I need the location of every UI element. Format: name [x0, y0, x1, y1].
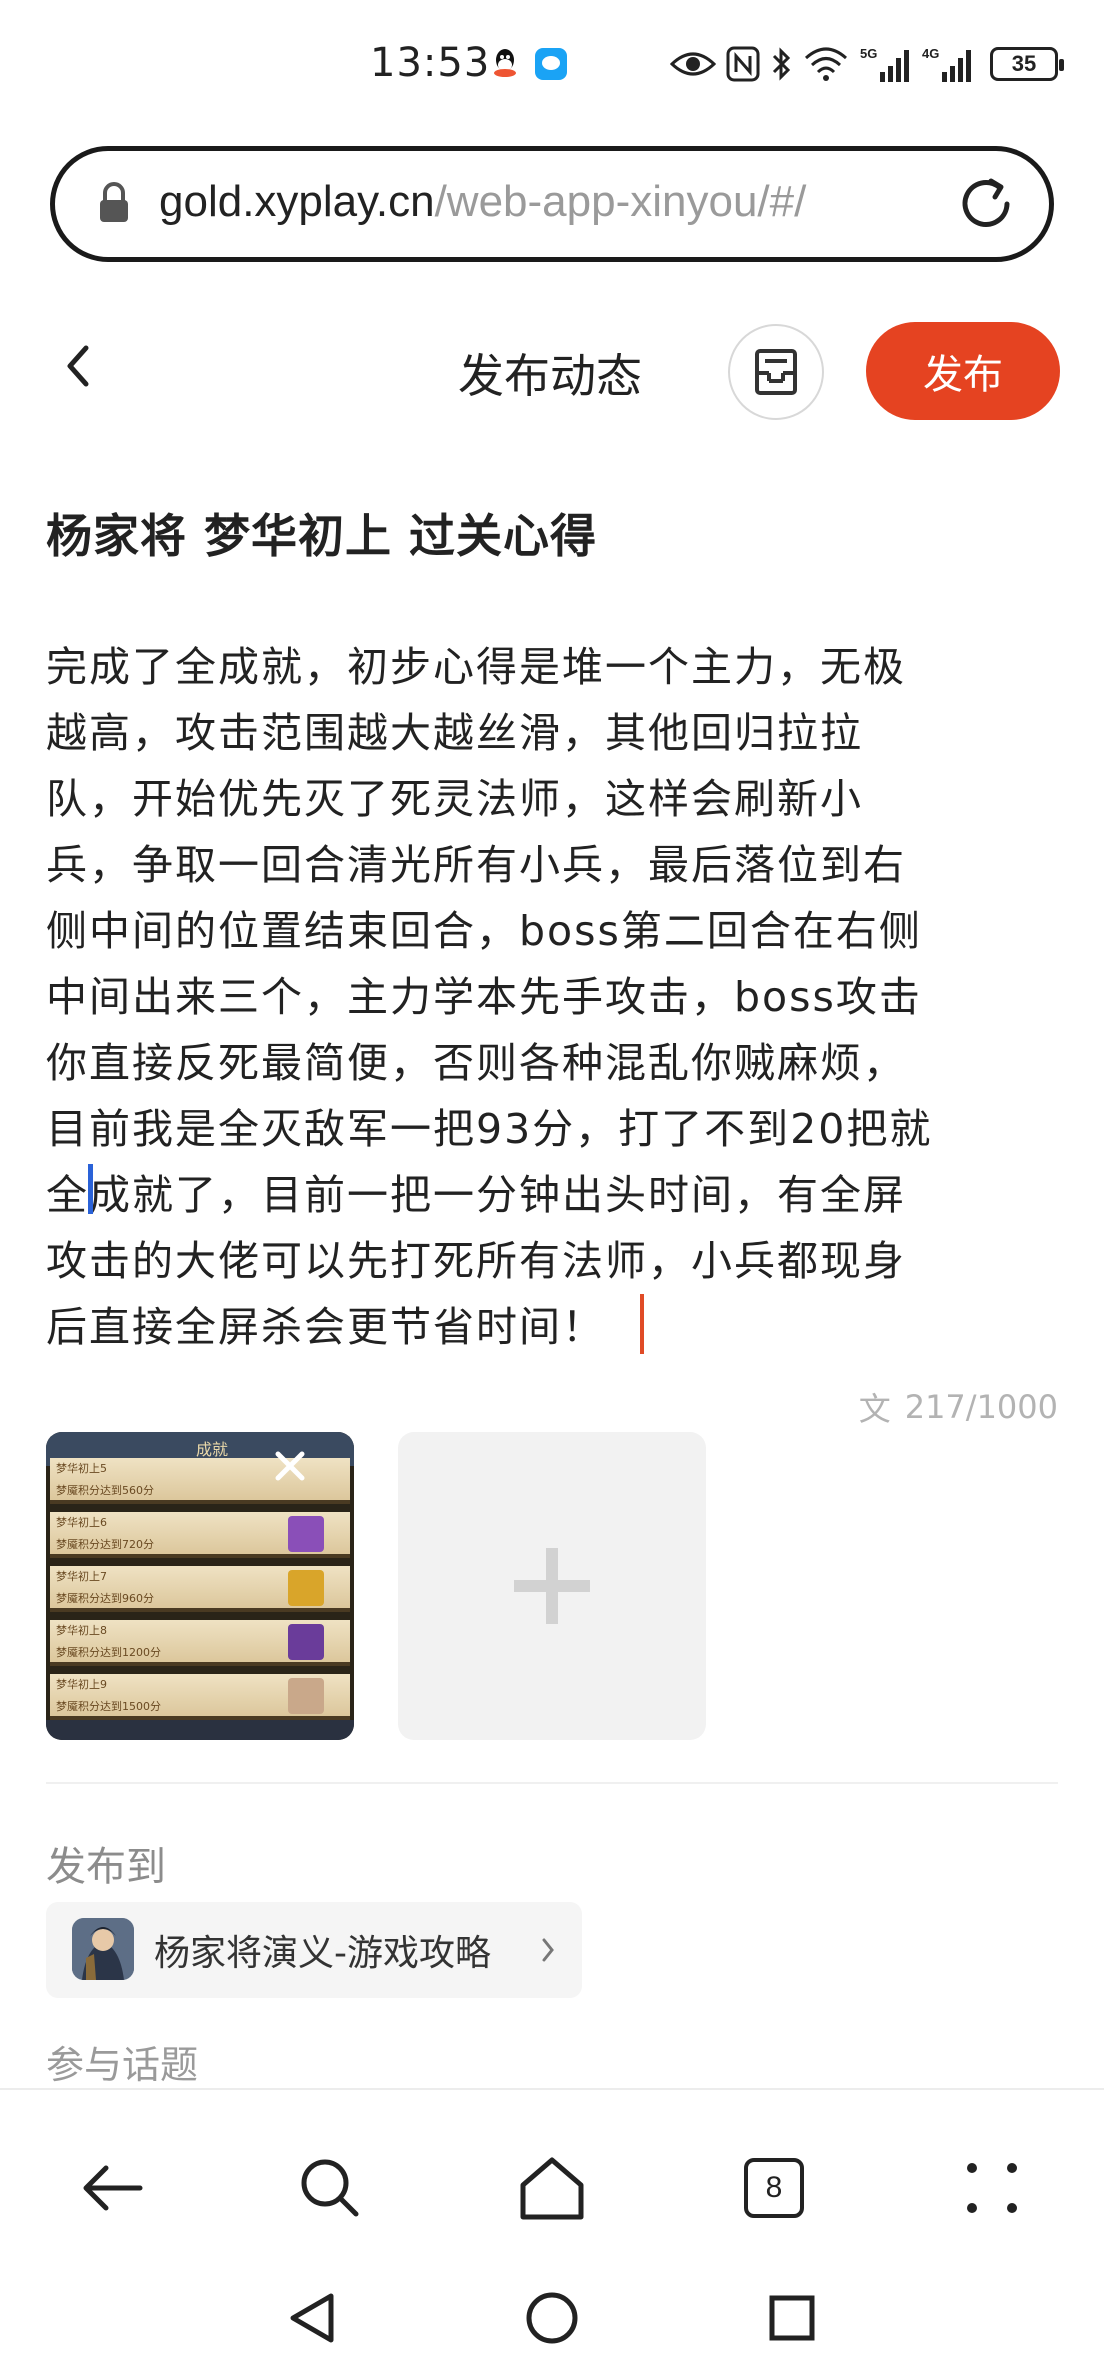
- thumb-row-name: 梦华初上5: [56, 1462, 107, 1475]
- remove-image-button[interactable]: [270, 1446, 310, 1486]
- triangle-back-icon: [290, 2293, 334, 2343]
- reward-item-icon: [288, 1624, 324, 1660]
- post-body-line: 兵，争取一回合清光所有小兵，最后落位到右: [46, 841, 906, 889]
- thumb-row-name: 梦华初上8: [56, 1624, 107, 1637]
- close-icon: [275, 1451, 305, 1481]
- status-bar: 13:53 5G 4G 35: [0, 0, 1104, 130]
- thumb-header-title: 成就: [196, 1440, 229, 1459]
- bluetooth-icon: [770, 44, 794, 84]
- reward-item-icon: [288, 1570, 324, 1606]
- page-title: 发布动态: [458, 349, 642, 403]
- post-body-line: 越高，攻击范围越大越丝滑，其他回归拉拉: [46, 709, 863, 757]
- browser-back-button[interactable]: [72, 2148, 152, 2228]
- system-navigation-bar: [0, 2260, 1104, 2376]
- thumb-row-desc: 梦魇积分达到1500分: [56, 1700, 161, 1713]
- post-body-line: 目前我是全灭敌军一把93分，打了不到20把就: [46, 1105, 933, 1153]
- url-text[interactable]: gold.xyplay.cn/web-app-xinyou/#/: [159, 177, 806, 227]
- thumb-footer: [46, 1720, 354, 1740]
- thumb-row-desc: 梦魇积分达到720分: [56, 1538, 154, 1551]
- thumb-row: 梦华初上7 梦魇积分达到960分: [50, 1566, 350, 1612]
- publish-button[interactable]: 发布: [866, 322, 1060, 420]
- reload-icon[interactable]: [955, 173, 1017, 239]
- wifi-icon: [802, 44, 850, 84]
- thumb-row-desc: 梦魇积分达到560分: [56, 1484, 154, 1497]
- post-body-editor[interactable]: 完成了全成就，初步心得是堆一个主力，无极 越高，攻击范围越大越丝滑，其他回归拉拉…: [46, 634, 1006, 1360]
- more-dots-icon: [967, 2163, 1017, 2213]
- system-back-button[interactable]: [282, 2288, 342, 2348]
- signal-5g-icon: 5G: [860, 44, 916, 84]
- selection-handle[interactable]: [88, 1164, 93, 1214]
- tabs-count: 8: [765, 2171, 783, 2204]
- post-body-line: 攻击的大佬可以先打死所有法师，小兵都现身: [46, 1237, 906, 1285]
- search-icon: [301, 2159, 359, 2217]
- post-body-line: 你直接反死最简便，否则各种混乱你贼麻烦，: [46, 1039, 906, 1087]
- url-host: gold.xyplay.cn: [159, 177, 435, 226]
- draft-box-icon: [755, 349, 797, 395]
- publish-to-label: 发布到: [46, 1844, 166, 1890]
- draft-box-button[interactable]: [728, 324, 824, 420]
- lock-icon: [97, 181, 131, 229]
- text-icon: 文: [858, 1390, 891, 1428]
- divider: [46, 1782, 1058, 1784]
- system-recents-button[interactable]: [762, 2288, 822, 2348]
- qq-icon: [490, 44, 520, 84]
- word-count: 文 217/1000: [859, 1384, 1058, 1430]
- battery-level: 35: [1011, 51, 1037, 76]
- home-icon: [520, 2157, 584, 2220]
- topics-label: 参与话题: [46, 2043, 199, 2087]
- eye-icon: [670, 44, 716, 84]
- reward-item-icon: [288, 1678, 324, 1714]
- square-recents-icon: [769, 2295, 815, 2341]
- address-bar[interactable]: gold.xyplay.cn/web-app-xinyou/#/: [50, 146, 1054, 262]
- post-title[interactable]: 杨家将 梦华初上 过关心得: [46, 500, 597, 566]
- circle-home-icon: [526, 2292, 578, 2344]
- text-cursor: [640, 1294, 644, 1354]
- browser-menu-button[interactable]: [952, 2148, 1032, 2228]
- thumb-row: 梦华初上6 梦魇积分达到720分: [50, 1512, 350, 1558]
- plus-icon: [514, 1548, 590, 1624]
- browser-search-button[interactable]: [290, 2148, 370, 2228]
- browser-home-button[interactable]: [512, 2148, 592, 2228]
- thumb-row-name: 梦华初上9: [56, 1678, 107, 1691]
- chevron-left-icon: [67, 345, 89, 387]
- nfc-icon: [726, 44, 760, 84]
- system-home-button[interactable]: [522, 2288, 582, 2348]
- url-path: /web-app-xinyou/#/: [434, 177, 807, 226]
- thumb-row-desc: 梦魇积分达到1200分: [56, 1646, 161, 1659]
- post-body-line: 中间出来三个，主力学本先手攻击，boss攻击: [46, 973, 922, 1021]
- post-body-line: 完成了全成就，初步心得是堆一个主力，无极: [46, 643, 906, 691]
- tabs-icon: 8: [744, 2158, 804, 2218]
- svg-text:4G: 4G: [922, 46, 939, 61]
- battery-icon: 35: [986, 44, 1064, 84]
- word-count-value: 217/1000: [904, 1388, 1058, 1426]
- thumb-row: 梦华初上8 梦魇积分达到1200分: [50, 1620, 350, 1666]
- thumb-row-desc: 梦魇积分达到960分: [56, 1592, 154, 1605]
- browser-toolbar: 8: [0, 2088, 1104, 2258]
- game-avatar: [72, 1918, 134, 1980]
- signal-4g-icon: 4G: [922, 44, 978, 84]
- game-selector[interactable]: 杨家将演义-游戏攻略: [46, 1902, 582, 1998]
- status-time: 13:53: [370, 40, 491, 86]
- post-body-line: 队，开始优先灭了死灵法师，这样会刷新小: [46, 775, 863, 823]
- chevron-right-icon: [542, 1938, 554, 1962]
- post-body-line: 侧中间的位置结束回合，boss第二回合在右侧: [46, 907, 922, 955]
- post-body-line: 全成就了，目前一把一分钟出头时间，有全屏: [46, 1171, 906, 1219]
- add-image-button[interactable]: [398, 1432, 706, 1740]
- message-app-icon: [534, 44, 568, 84]
- arrow-left-icon: [83, 2165, 143, 2211]
- thumb-row: 梦华初上9 梦魇积分达到1500分: [50, 1674, 350, 1720]
- thumb-row-name: 梦华初上7: [56, 1570, 107, 1583]
- game-name: 杨家将演义-游戏攻略: [154, 1933, 491, 1974]
- reward-item-icon: [288, 1516, 324, 1552]
- back-button[interactable]: [58, 336, 118, 406]
- post-body-line: 后直接全屏杀会更节省时间！: [46, 1303, 605, 1351]
- svg-text:5G: 5G: [860, 46, 877, 61]
- browser-tabs-button[interactable]: 8: [734, 2148, 814, 2228]
- thumb-row-name: 梦华初上6: [56, 1516, 107, 1529]
